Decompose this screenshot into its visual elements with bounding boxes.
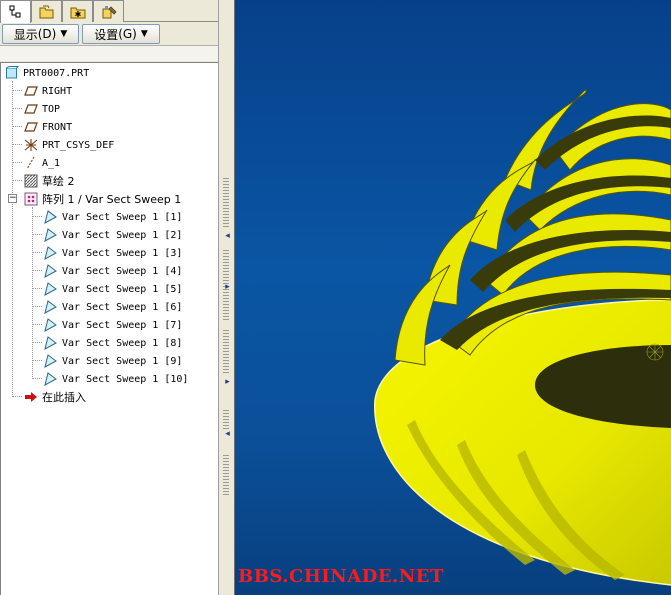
show-dropdown-button[interactable]: 显示 (D) ▼ — [2, 24, 79, 44]
tree-item-label: A_1 — [42, 157, 61, 169]
favorites-icon: ✱ — [70, 7, 85, 19]
tree-item-sweep-6[interactable]: Var Sect Sweep 1 [6] — [43, 298, 182, 316]
sweep-feature-icon — [43, 335, 59, 351]
tree-item-top[interactable]: TOP — [23, 100, 60, 118]
tree-item-sweep-10[interactable]: Var Sect Sweep 1 [10] — [43, 370, 188, 388]
tree-item-sweep-3[interactable]: Var Sect Sweep 1 [3] — [43, 244, 182, 262]
sweep-feature-icon — [43, 371, 59, 387]
tree-item-label: TOP — [42, 103, 61, 115]
tab-folder-browser[interactable] — [31, 0, 62, 22]
settings-dropdown-button[interactable]: 设置 (G) ▼ — [82, 24, 160, 44]
tree-item-label: Var Sect Sweep 1 [3] — [62, 247, 183, 259]
tree-root-part[interactable]: PRT0007.PRT — [4, 64, 89, 82]
sweep-feature-icon — [43, 353, 59, 369]
sweep-feature-icon — [43, 281, 59, 297]
sweep-feature-icon — [43, 209, 59, 225]
model-tree-icon — [9, 5, 20, 18]
tree-item-front[interactable]: FRONT — [23, 118, 72, 136]
graphics-viewport[interactable] — [235, 0, 671, 595]
tree-item-sketch[interactable]: 草绘 2 — [23, 172, 75, 190]
datum-plane-icon — [23, 83, 39, 99]
model-tree[interactable]: PRT0007.PRT RIGHT TOP FRONT PRT_CSYS_DEF — [0, 62, 218, 595]
sketch-icon — [23, 173, 39, 189]
navigator-tabs: ✱ — [0, 0, 218, 23]
tree-item-label: 草绘 2 — [42, 175, 75, 188]
show-label: 显示 — [13, 27, 38, 42]
dropdown-arrow-icon: ▼ — [140, 29, 148, 39]
tab-connections[interactable] — [93, 0, 124, 22]
watermark-text: BBS.CHINADE.NET — [238, 566, 444, 587]
sweep-feature-icon — [43, 317, 59, 333]
show-shortcut: (D) — [37, 27, 57, 41]
tab-model-tree[interactable] — [0, 0, 31, 23]
settings-shortcut: (G) — [118, 27, 137, 41]
tree-item-label: 阵列 1 / Var Sect Sweep 1 — [42, 193, 182, 206]
navigator-button-row: 显示 (D) ▼ 设置 (G) ▼ — [0, 23, 218, 45]
tree-item-axis[interactable]: A_1 — [23, 154, 60, 172]
tree-item-right[interactable]: RIGHT — [23, 82, 72, 100]
sweep-feature-icon — [43, 263, 59, 279]
tree-item-sweep-9[interactable]: Var Sect Sweep 1 [9] — [43, 352, 182, 370]
chevron-right-icon[interactable]: ▸ — [223, 378, 232, 387]
tree-item-sweep-1[interactable]: Var Sect Sweep 1 [1] — [43, 208, 182, 226]
tree-item-label: Var Sect Sweep 1 [2] — [62, 229, 183, 241]
tree-item-sweep-8[interactable]: Var Sect Sweep 1 [8] — [43, 334, 182, 352]
chevron-right-icon[interactable]: ▸ — [223, 283, 232, 292]
tree-item-csys[interactable]: PRT_CSYS_DEF — [23, 136, 114, 154]
datum-plane-icon — [23, 119, 39, 135]
tree-item-label: Var Sect Sweep 1 [5] — [62, 283, 183, 295]
tree-item-label: FRONT — [42, 121, 73, 133]
settings-label: 设置 — [94, 27, 119, 42]
tree-item-sweep-4[interactable]: Var Sect Sweep 1 [4] — [43, 262, 182, 280]
tree-item-label: Var Sect Sweep 1 [10] — [62, 373, 189, 385]
coordinate-system-icon — [23, 137, 39, 153]
tree-item-label: RIGHT — [42, 85, 73, 97]
tree-item-label: Var Sect Sweep 1 [8] — [62, 337, 183, 349]
tree-item-label: PRT_CSYS_DEF — [42, 139, 115, 151]
part-icon — [4, 65, 20, 81]
sweep-feature-icon — [43, 299, 59, 315]
chevron-left-icon[interactable]: ◂ — [223, 430, 232, 439]
tree-item-label: Var Sect Sweep 1 [9] — [62, 355, 183, 367]
navigator-panel: ✱ 显示 (D) ▼ 设置 (G) ▼ PRT0007.PRT RIGHT TO… — [0, 0, 218, 595]
tree-insert-here[interactable]: 在此插入 — [23, 388, 86, 406]
tree-item-sweep-5[interactable]: Var Sect Sweep 1 [5] — [43, 280, 182, 298]
datum-axis-icon — [23, 155, 39, 171]
tree-root-label: PRT0007.PRT — [23, 67, 90, 79]
tree-item-sweep-7[interactable]: Var Sect Sweep 1 [7] — [43, 316, 182, 334]
tree-header-strip — [0, 45, 218, 61]
insert-arrow-icon — [23, 389, 39, 405]
tab-favorites[interactable]: ✱ — [62, 0, 93, 22]
tree-item-pattern[interactable]: 阵列 1 / Var Sect Sweep 1 — [23, 190, 181, 208]
panel-splitter[interactable]: ◂ ▸ ▸ ◂ — [218, 0, 235, 595]
connections-icon — [102, 5, 117, 18]
collapse-toggle[interactable]: − — [8, 194, 17, 203]
sweep-feature-icon — [43, 227, 59, 243]
chevron-left-icon[interactable]: ◂ — [223, 232, 232, 241]
datum-plane-icon — [23, 101, 39, 117]
insert-here-label: 在此插入 — [42, 391, 86, 404]
dropdown-arrow-icon: ▼ — [60, 29, 68, 39]
tree-connector — [12, 81, 13, 397]
splitter-grip — [223, 178, 229, 228]
svg-text:✱: ✱ — [74, 10, 81, 19]
tree-item-label: Var Sect Sweep 1 [4] — [62, 265, 183, 277]
model-3d-render — [374, 89, 671, 586]
tree-connector-pattern — [32, 207, 33, 379]
folder-browser-icon — [39, 5, 53, 18]
tree-item-label: Var Sect Sweep 1 [6] — [62, 301, 183, 313]
tree-item-sweep-2[interactable]: Var Sect Sweep 1 [2] — [43, 226, 182, 244]
tree-item-label: Var Sect Sweep 1 [7] — [62, 319, 183, 331]
pattern-icon — [23, 191, 39, 207]
tree-item-label: Var Sect Sweep 1 [1] — [62, 211, 183, 223]
sweep-feature-icon — [43, 245, 59, 261]
